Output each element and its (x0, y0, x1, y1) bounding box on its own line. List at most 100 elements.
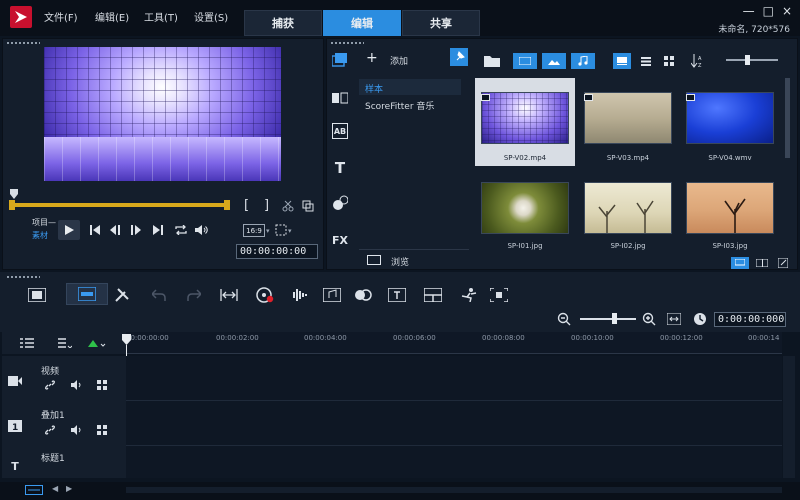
import-folder-icon[interactable] (484, 54, 502, 68)
close-button[interactable]: × (782, 4, 792, 18)
media-item[interactable]: SP-V02.mp4 (475, 78, 575, 166)
thumbnail-size-handle[interactable] (745, 55, 750, 65)
storyboard-view-icon[interactable] (28, 287, 46, 303)
mark-in-button[interactable]: [ (244, 198, 249, 213)
trim-start-handle[interactable] (9, 200, 15, 210)
media-item[interactable]: SP-V03.mp4 (578, 78, 678, 166)
chevron-down-icon[interactable]: ▾ (288, 227, 292, 235)
thumbnail-size-slider[interactable] (726, 59, 778, 61)
mute-icon[interactable] (71, 380, 83, 390)
show-photo-icon[interactable] (542, 53, 566, 69)
time-remapping-icon[interactable] (460, 287, 478, 303)
menu-edit[interactable]: 编辑(E) (95, 9, 129, 24)
tab-edit[interactable]: 编辑 (323, 10, 401, 36)
trim-end-handle[interactable] (224, 200, 230, 210)
video-track-icon[interactable] (8, 375, 22, 387)
project-mode-label[interactable]: 项目— (32, 217, 56, 228)
timeline-ruler[interactable]: 00:00:00:00 00:00:02:00 00:00:04:00 00:0… (126, 332, 782, 354)
undo-icon[interactable] (150, 287, 168, 303)
chevron-down-icon[interactable]: ▾ (266, 227, 270, 235)
folder-scorefitter[interactable]: ScoreFitter 音乐 (359, 96, 469, 112)
title-ab-icon[interactable]: AB (332, 123, 348, 139)
maximize-button[interactable]: □ (763, 4, 774, 18)
multi-camera-icon[interactable] (424, 287, 442, 303)
trim-bar[interactable] (12, 203, 230, 207)
grid-view-icon[interactable] (660, 53, 678, 69)
track-manager-icon[interactable] (20, 338, 34, 348)
tools-icon[interactable] (113, 287, 131, 303)
edit-properties-icon[interactable] (776, 257, 790, 269)
preview-window[interactable] (44, 47, 281, 181)
volume-icon[interactable] (195, 224, 209, 236)
list-view-icon[interactable] (637, 53, 655, 69)
scroll-left-icon[interactable]: ◀ (52, 484, 58, 493)
chapter-menu-icon[interactable] (58, 338, 72, 348)
link-icon[interactable] (44, 380, 56, 390)
library-options-icon[interactable] (731, 257, 749, 269)
redo-icon[interactable] (185, 287, 203, 303)
split-clip-icon[interactable] (282, 200, 294, 212)
effects-icon[interactable] (332, 195, 348, 211)
media-item[interactable]: SP-I02.jpg (578, 170, 678, 258)
track-area[interactable] (126, 356, 782, 478)
minimize-button[interactable]: — (743, 4, 755, 18)
ripple-edit-icon[interactable] (97, 425, 107, 435)
menu-tools[interactable]: 工具(T) (144, 9, 178, 24)
go-to-end-icon[interactable] (152, 224, 164, 236)
repeat-icon[interactable] (174, 224, 188, 236)
add-marker-icon[interactable] (88, 338, 108, 348)
subtitle-editor-icon[interactable] (388, 287, 406, 303)
title-track-icon[interactable]: T (8, 460, 22, 473)
scroll-right-icon[interactable]: ▶ (66, 484, 72, 493)
clock-icon[interactable] (693, 312, 707, 326)
panel-grip[interactable] (6, 275, 40, 279)
crop-icon[interactable] (274, 223, 288, 237)
go-to-start-icon[interactable] (89, 224, 101, 236)
tab-share[interactable]: 共享 (402, 10, 480, 36)
transition-icon[interactable] (332, 90, 348, 106)
fx-icon[interactable]: FX (332, 232, 348, 248)
record-capture-icon[interactable] (256, 287, 274, 303)
media-item[interactable]: SP-V04.wmv (680, 78, 780, 166)
panel-grip[interactable] (6, 41, 40, 45)
menu-settings[interactable]: 设置(S) (194, 9, 228, 24)
auto-music-icon[interactable] (323, 287, 341, 303)
next-frame-icon[interactable] (131, 224, 143, 236)
horizontal-scrollbar[interactable] (126, 487, 782, 493)
link-icon[interactable] (44, 425, 56, 435)
tab-capture[interactable]: 捕获 (244, 10, 322, 36)
mute-icon[interactable] (71, 425, 83, 435)
media-item[interactable]: SP-I01.jpg (475, 170, 575, 258)
scroll-project-icon[interactable] (25, 485, 43, 495)
zoom-out-icon[interactable] (557, 312, 571, 326)
panel-layout-icon[interactable] (754, 257, 770, 269)
play-button[interactable] (58, 220, 80, 240)
ripple-edit-icon[interactable] (97, 380, 107, 390)
menu-file[interactable]: 文件(F) (44, 9, 78, 24)
zoom-in-icon[interactable] (642, 312, 656, 326)
fit-to-window-icon[interactable] (667, 312, 681, 326)
sound-mixer-icon[interactable] (290, 287, 308, 303)
timeline-view-button[interactable] (66, 283, 108, 305)
pin-icon[interactable] (450, 48, 468, 66)
browse-button[interactable]: 浏览 (359, 249, 469, 269)
library-scrollbar[interactable] (785, 78, 790, 158)
panel-grip[interactable] (330, 41, 364, 45)
zoom-slider-handle[interactable] (612, 313, 617, 324)
media-icon[interactable] (332, 52, 348, 68)
overlay-track-icon[interactable]: 1 (8, 420, 22, 432)
mask-creator-icon[interactable] (490, 287, 508, 303)
previous-frame-icon[interactable] (110, 224, 122, 236)
clip-mode-label[interactable]: 素材 (32, 230, 48, 241)
player-timecode[interactable]: 00:00:00:00 (236, 244, 318, 259)
vertical-scrollbar[interactable] (783, 356, 795, 478)
fit-project-icon[interactable] (220, 287, 238, 303)
enlarge-icon[interactable] (302, 200, 314, 212)
thumbnail-view-icon[interactable] (613, 53, 631, 69)
zoom-slider[interactable] (580, 318, 636, 320)
mark-out-button[interactable]: ] (264, 198, 269, 213)
show-audio-icon[interactable] (571, 53, 595, 69)
folder-sample[interactable]: 样本 (359, 79, 461, 95)
timeline-timecode[interactable]: 0:00:00:000 (714, 312, 786, 327)
media-item[interactable]: SP-I03.jpg (680, 170, 780, 258)
